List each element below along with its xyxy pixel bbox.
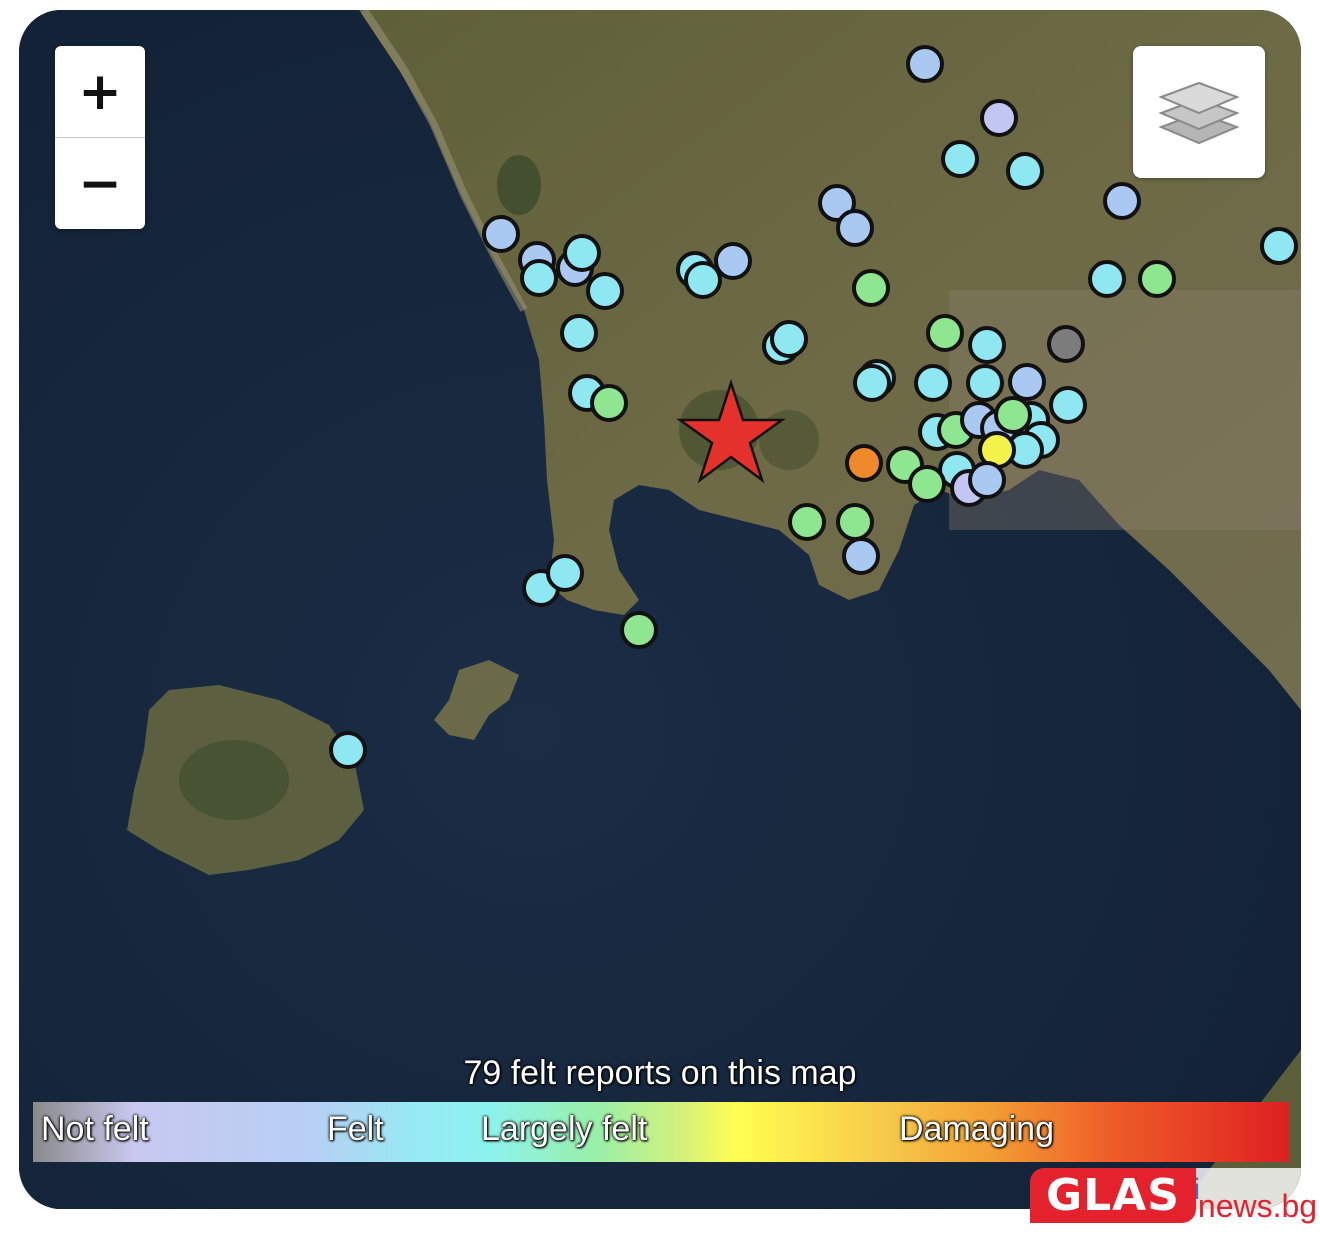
felt-report-marker[interactable] bbox=[546, 554, 584, 592]
felt-report-marker[interactable] bbox=[329, 731, 367, 769]
felt-report-marker[interactable] bbox=[1088, 260, 1126, 298]
felt-report-marker[interactable] bbox=[1008, 363, 1046, 401]
felt-report-marker[interactable] bbox=[1049, 386, 1087, 424]
felt-report-marker[interactable] bbox=[563, 234, 601, 272]
felt-report-marker[interactable] bbox=[1260, 227, 1298, 265]
felt-report-marker[interactable] bbox=[520, 259, 558, 297]
felt-report-marker[interactable] bbox=[1006, 152, 1044, 190]
felt-report-marker[interactable] bbox=[980, 99, 1018, 137]
felt-report-marker[interactable] bbox=[908, 465, 946, 503]
layers-button[interactable] bbox=[1133, 46, 1265, 178]
felt-report-marker[interactable] bbox=[966, 364, 1004, 402]
watermark-site: news.bg bbox=[1197, 1187, 1318, 1224]
felt-report-marker[interactable] bbox=[590, 384, 628, 422]
felt-report-marker[interactable] bbox=[836, 503, 874, 541]
felt-report-marker[interactable] bbox=[586, 272, 624, 310]
watermark-logo: GLAS bbox=[1030, 1167, 1196, 1223]
felt-report-marker[interactable] bbox=[914, 364, 952, 402]
felt-report-marker[interactable] bbox=[1103, 182, 1141, 220]
felt-report-marker[interactable] bbox=[968, 326, 1006, 364]
watermark: GLAS news.bg bbox=[1030, 1164, 1317, 1226]
lake bbox=[497, 155, 541, 215]
felt-report-marker[interactable] bbox=[1047, 325, 1085, 363]
felt-report-marker[interactable] bbox=[926, 314, 964, 352]
felt-report-marker[interactable] bbox=[845, 444, 883, 482]
zoom-out-button[interactable]: − bbox=[55, 138, 145, 229]
legend-label-felt: Felt bbox=[327, 1110, 384, 1148]
felt-report-marker[interactable] bbox=[1138, 260, 1176, 298]
felt-report-marker[interactable] bbox=[842, 537, 880, 575]
felt-report-marker[interactable] bbox=[906, 45, 944, 83]
felt-report-marker[interactable] bbox=[853, 364, 891, 402]
legend-label-damaging: Damaging bbox=[899, 1110, 1054, 1148]
felt-report-marker[interactable] bbox=[968, 461, 1006, 499]
felt-report-marker[interactable] bbox=[994, 396, 1032, 434]
felt-report-marker[interactable] bbox=[941, 140, 979, 178]
felt-report-marker[interactable] bbox=[788, 503, 826, 541]
legend-label-largely-felt: Largely felt bbox=[481, 1110, 648, 1148]
legend-label-not-felt: Not felt bbox=[41, 1110, 149, 1148]
zoom-control: + − bbox=[55, 46, 145, 229]
volcano bbox=[179, 740, 289, 820]
felt-report-marker[interactable] bbox=[620, 611, 658, 649]
map-view[interactable]: + − 79 felt reports on this map Not felt… bbox=[19, 10, 1301, 1209]
felt-report-count: 79 felt reports on this map bbox=[463, 1054, 857, 1092]
felt-report-marker[interactable] bbox=[482, 215, 520, 253]
felt-report-marker[interactable] bbox=[560, 314, 598, 352]
felt-report-marker[interactable] bbox=[770, 320, 808, 358]
layers-icon bbox=[1158, 81, 1240, 145]
zoom-in-button[interactable]: + bbox=[55, 46, 145, 137]
felt-report-marker[interactable] bbox=[714, 242, 752, 280]
intensity-legend: Not felt Felt Largely felt Damaging bbox=[33, 1102, 1289, 1162]
felt-report-marker[interactable] bbox=[684, 261, 722, 299]
felt-report-marker[interactable] bbox=[836, 209, 874, 247]
satellite-basemap bbox=[19, 10, 1301, 1209]
felt-report-marker[interactable] bbox=[852, 269, 890, 307]
